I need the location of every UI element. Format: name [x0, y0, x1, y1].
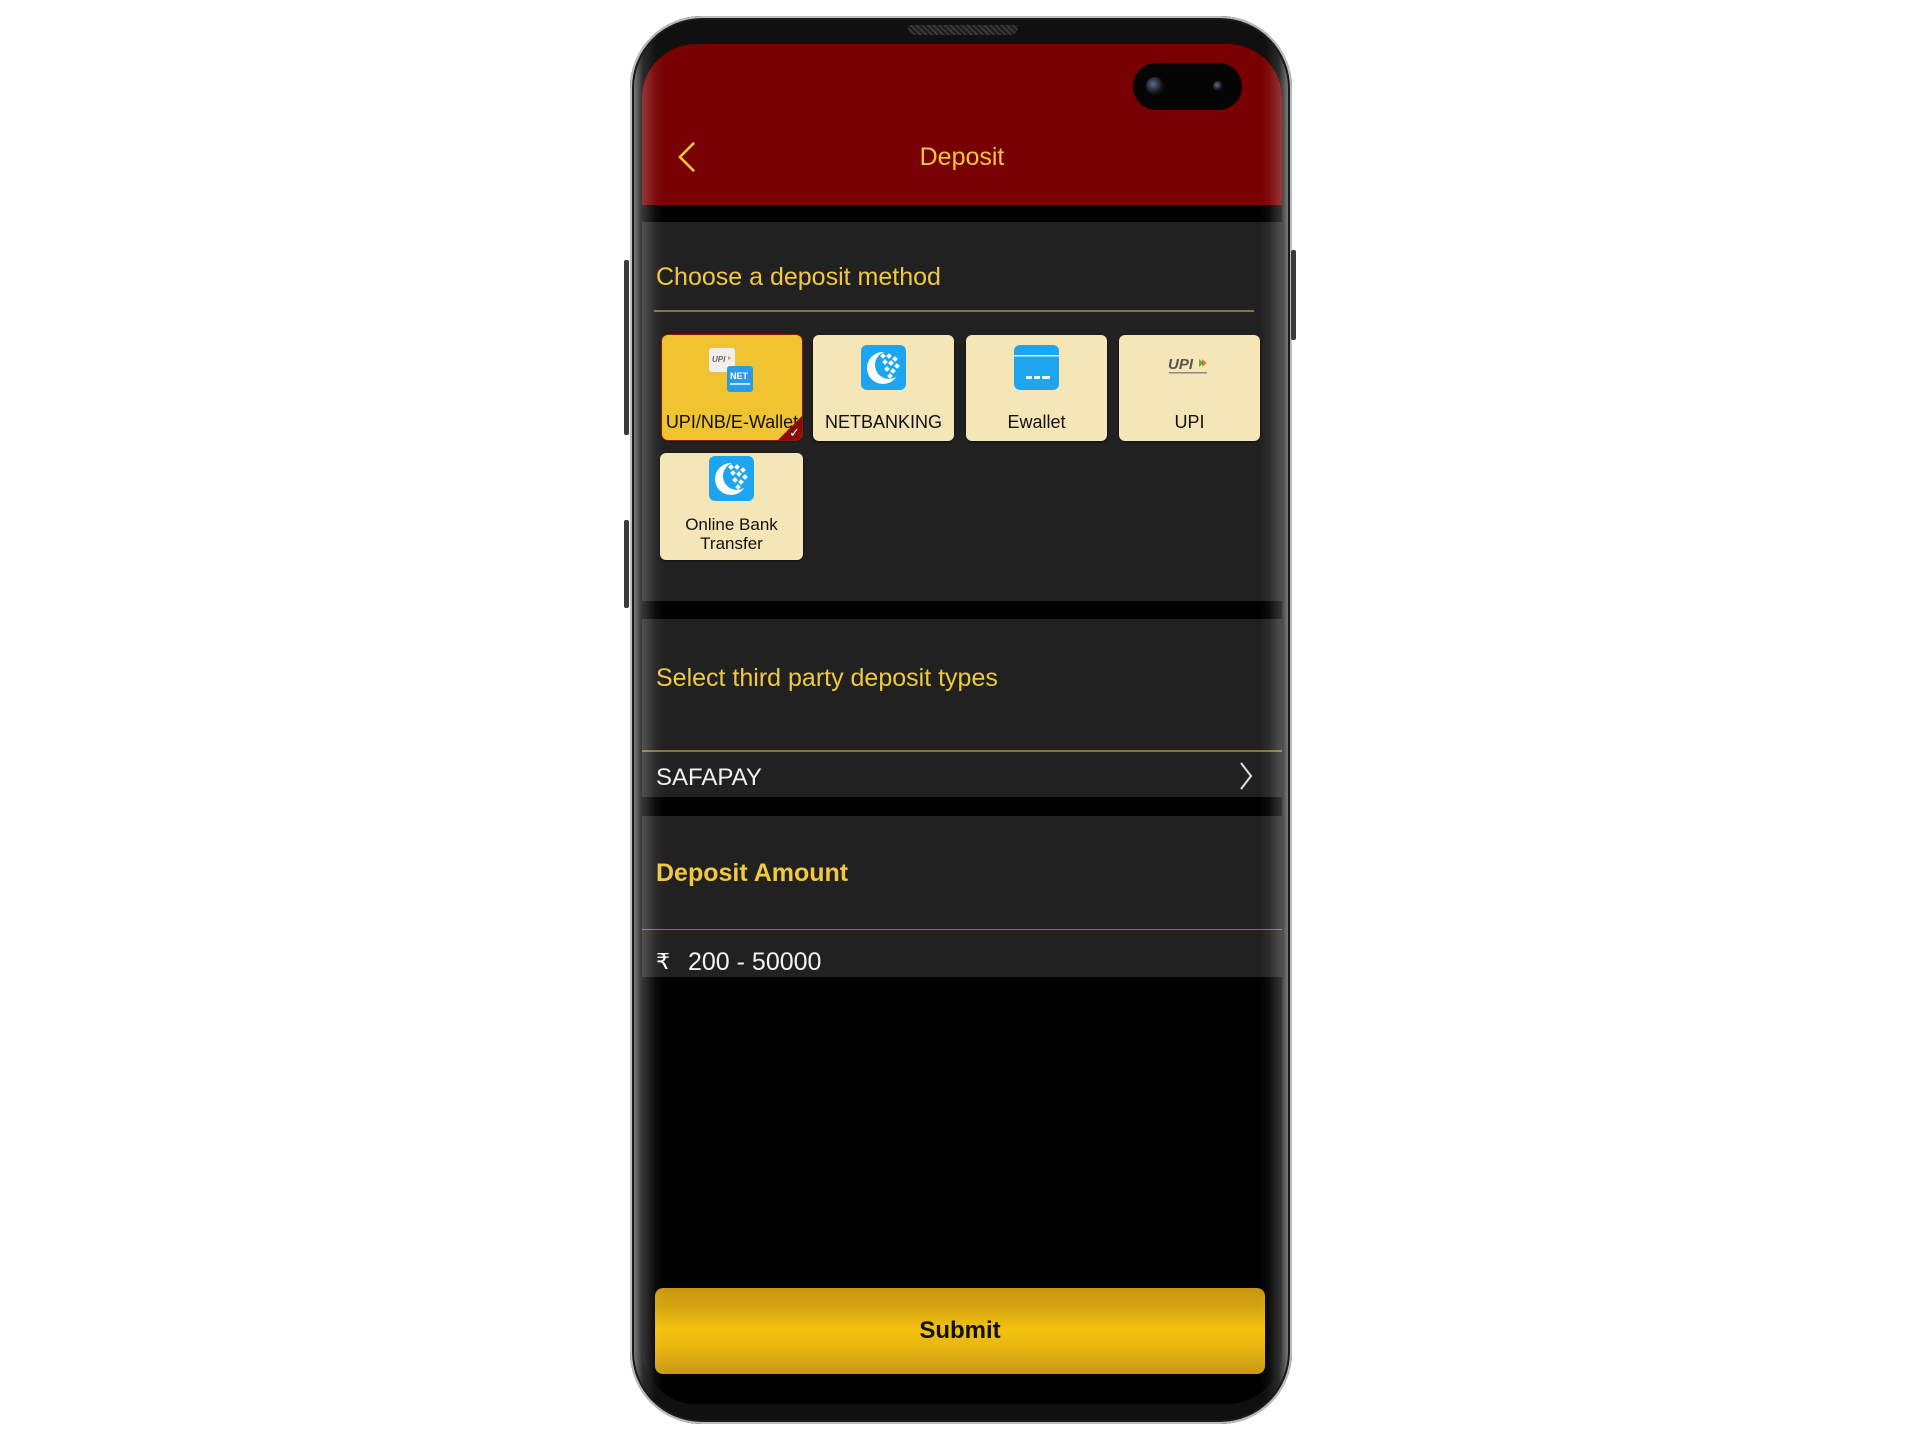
rupee-icon: ₹ [656, 949, 670, 974]
chevron-right-icon [1240, 762, 1253, 790]
svg-text:NET: NET [730, 371, 749, 381]
phone-screen: Deposit Choose a deposit method UPI NET … [642, 44, 1282, 1404]
page-title: Deposit [919, 143, 1005, 171]
app-header: Deposit [642, 44, 1282, 205]
section-divider [642, 750, 1282, 752]
bixby-button [624, 520, 629, 608]
third-party-value: SAFAPAY [656, 764, 762, 791]
section-title: Select third party deposit types [656, 664, 998, 692]
section-title: Choose a deposit method [656, 263, 941, 291]
webmoney-globe-icon [861, 345, 906, 390]
volume-button [624, 260, 629, 435]
tile-label: NETBANKING [824, 412, 943, 432]
camera-sensor-icon [1213, 81, 1223, 91]
deposit-amount-section: Deposit Amount ₹ [642, 816, 1282, 980]
method-tile-online-bank-transfer[interactable]: Online Bank Transfer [660, 453, 803, 560]
deposit-amount-input[interactable] [688, 944, 1248, 980]
card-wallet-icon [1014, 345, 1059, 390]
upi-netbanking-combo-icon: UPI NET [709, 348, 753, 392]
section-title: Deposit Amount [656, 859, 849, 887]
tile-label: Online Bank Transfer [685, 515, 778, 553]
method-tile-upi[interactable]: UPI UPI [1119, 335, 1260, 441]
method-tile-upi-nb-ewallet[interactable]: UPI NET UPI/NB/E-Wallet ✓ [662, 335, 802, 440]
tile-label: UPI [1174, 412, 1205, 432]
submit-button[interactable]: Submit [655, 1288, 1265, 1374]
webmoney-globe-icon [709, 456, 754, 501]
svg-text:UPI: UPI [1168, 356, 1194, 373]
method-tile-ewallet[interactable]: Ewallet [966, 335, 1107, 441]
deposit-method-section: Choose a deposit method UPI NET UPI/NB/E… [642, 222, 1282, 601]
section-divider [654, 310, 1254, 312]
camera-lens-icon [1146, 77, 1164, 95]
tile-label: Ewallet [1007, 412, 1066, 432]
section-divider [642, 929, 1282, 930]
method-tile-netbanking[interactable]: NETBANKING [813, 335, 954, 441]
upi-logo-icon: UPI [1168, 356, 1207, 374]
front-camera-cutout [1133, 63, 1242, 110]
third-party-section: Select third party deposit types SAFAPAY [642, 619, 1282, 797]
power-button [1291, 250, 1296, 340]
earpiece-speaker [908, 25, 1018, 35]
svg-text:UPI: UPI [712, 355, 726, 364]
checkmark-icon: ✓ [789, 425, 800, 440]
